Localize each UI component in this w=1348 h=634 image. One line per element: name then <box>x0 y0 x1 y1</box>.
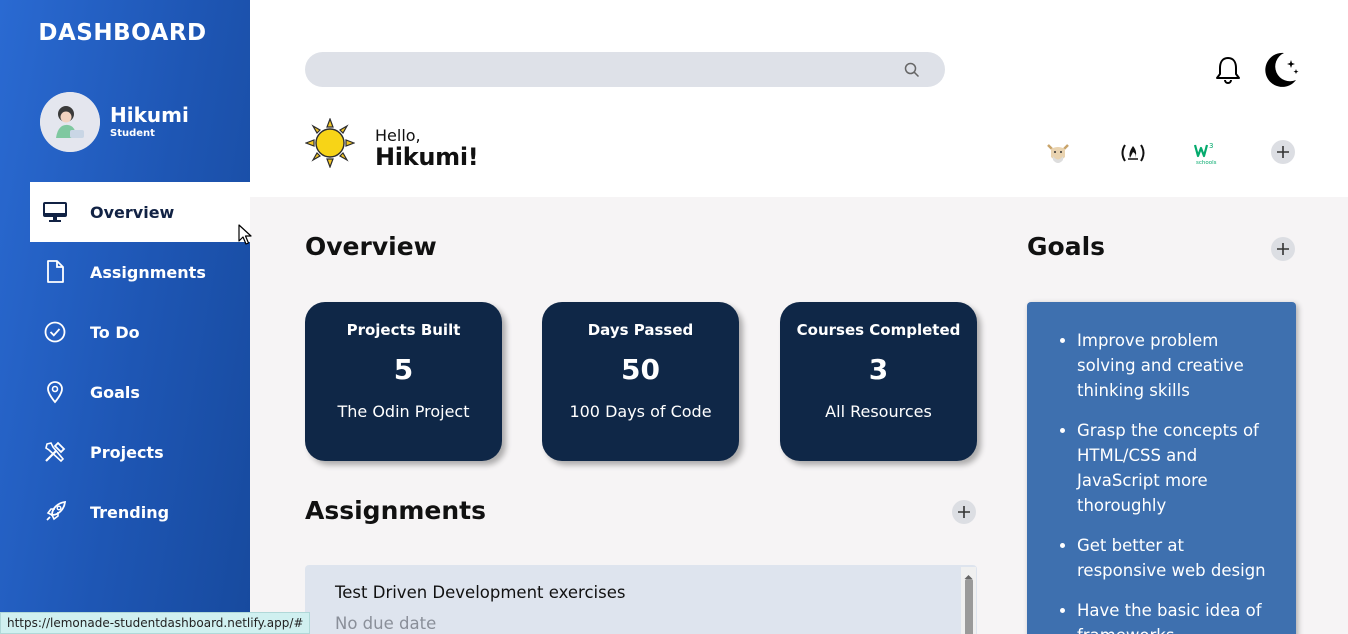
tools-icon <box>42 439 68 465</box>
plus-icon <box>1277 243 1289 255</box>
goals-list: Improve problem solving and creative thi… <box>1027 302 1296 634</box>
user-profile[interactable]: Hikumi Student <box>40 92 189 152</box>
svg-text:3: 3 <box>1209 142 1213 150</box>
stat-card-subtitle: All Resources <box>825 402 932 421</box>
profile-name: Hikumi <box>110 103 189 127</box>
sidebar-item-projects[interactable]: Projects <box>30 422 250 482</box>
add-assignment-button[interactable] <box>952 500 976 524</box>
stat-card-title: Courses Completed <box>796 321 961 339</box>
stat-card-projects: Projects Built 5 The Odin Project <box>305 302 502 461</box>
sidebar-item-goals[interactable]: Goals <box>30 362 250 422</box>
header: Hello, Hikumi! 3 schools <box>250 0 1348 197</box>
sidebar-item-todo[interactable]: To Do <box>30 302 250 362</box>
goal-item: Grasp the concepts of HTML/CSS and JavaS… <box>1077 418 1278 518</box>
sidebar-item-trending[interactable]: Trending <box>30 482 250 542</box>
rocket-icon <box>42 499 68 525</box>
goal-item: Improve problem solving and creative thi… <box>1077 328 1278 403</box>
assignments-title: Assignments <box>305 496 487 525</box>
stat-card-value: 3 <box>868 353 889 386</box>
stat-card-subtitle: The Odin Project <box>337 402 470 421</box>
status-bar-url: https://lemonade-studentdashboard.netlif… <box>0 612 311 634</box>
sidebar-item-label: Trending <box>90 502 170 522</box>
freecodecamp-icon[interactable] <box>1119 139 1147 167</box>
plus-icon <box>1277 146 1289 158</box>
sidebar-item-label: Goals <box>90 382 140 402</box>
sidebar: DASHBOARD Hikumi Student Overview Assign… <box>0 0 250 634</box>
stat-card-title: Projects Built <box>346 321 461 339</box>
assignment-due-date: No due date <box>335 614 437 633</box>
avatar <box>40 92 100 152</box>
assignment-item[interactable]: Test Driven Development exercises No due… <box>305 565 977 634</box>
stat-card-days: Days Passed 50 100 Days of Code <box>542 302 739 461</box>
file-icon <box>42 259 68 285</box>
stat-card-value: 50 <box>621 353 660 386</box>
check-circle-icon <box>42 319 68 345</box>
stat-card-value: 5 <box>393 353 414 386</box>
sidebar-nav: Overview Assignments To Do Goals Project… <box>30 182 250 542</box>
notification-bell-icon[interactable] <box>1212 54 1244 86</box>
search-input[interactable] <box>305 52 895 87</box>
sidebar-item-label: To Do <box>90 322 140 342</box>
map-pin-icon <box>42 379 68 405</box>
assignment-title: Test Driven Development exercises <box>335 583 626 602</box>
mouse-cursor-icon <box>238 224 252 245</box>
scrollbar-thumb[interactable] <box>965 579 973 634</box>
search-bar <box>305 52 945 87</box>
sun-icon <box>304 117 356 169</box>
sidebar-item-label: Assignments <box>90 262 206 282</box>
dark-mode-toggle-icon[interactable] <box>1260 50 1300 90</box>
w3schools-icon[interactable]: 3 schools <box>1194 139 1222 167</box>
overview-title: Overview <box>305 232 437 261</box>
search-icon[interactable] <box>903 61 921 79</box>
sidebar-item-overview[interactable]: Overview <box>30 182 250 242</box>
add-quicklink-button[interactable] <box>1271 140 1295 164</box>
add-goal-button[interactable] <box>1271 237 1295 261</box>
profile-role: Student <box>110 128 155 139</box>
greeting-name: Hikumi! <box>375 143 479 171</box>
goals-title: Goals <box>1027 232 1106 261</box>
sidebar-item-assignments[interactable]: Assignments <box>30 242 250 302</box>
assignments-scrollbar[interactable] <box>961 567 976 634</box>
sidebar-item-label: Overview <box>90 202 175 222</box>
stat-card-courses: Courses Completed 3 All Resources <box>780 302 977 461</box>
plus-icon <box>958 506 970 518</box>
goal-item: Have the basic idea of frameworks <box>1077 598 1278 634</box>
monitor-icon <box>42 199 68 225</box>
sidebar-item-label: Projects <box>90 442 164 462</box>
w3schools-text: schools <box>1196 160 1217 166</box>
goal-item: Get better at responsive web design <box>1077 533 1278 583</box>
brand-title: DASHBOARD <box>38 20 207 46</box>
stat-card-title: Days Passed <box>587 321 694 339</box>
stat-card-subtitle: 100 Days of Code <box>569 402 712 421</box>
odin-project-icon[interactable] <box>1044 139 1072 167</box>
